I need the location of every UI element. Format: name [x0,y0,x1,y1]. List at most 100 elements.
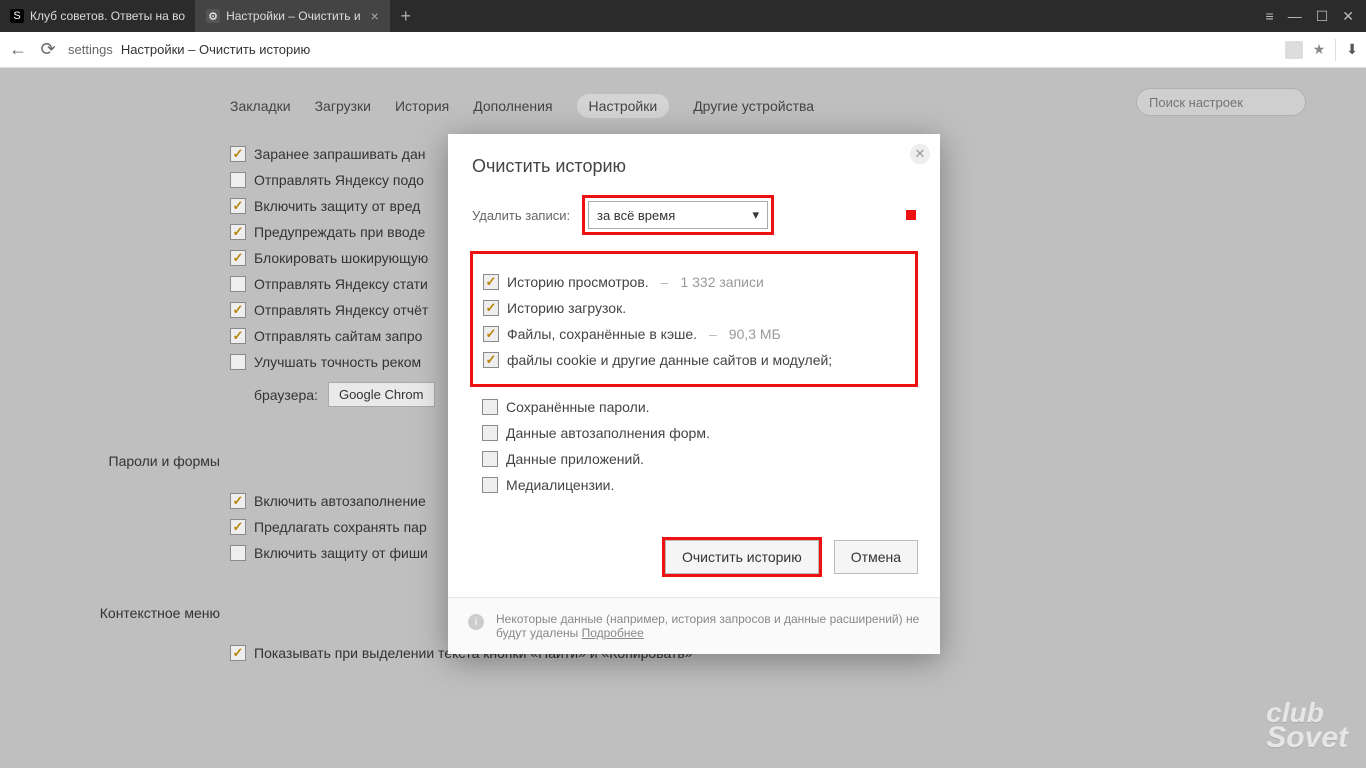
checkbox-icon[interactable] [483,274,499,290]
search-settings [1136,88,1306,116]
checkbox-icon[interactable] [482,451,498,467]
back-icon[interactable]: ← [8,39,28,60]
range-highlight: за всё время ▾ [582,195,774,235]
nav-настройки[interactable]: Настройки [577,94,670,118]
checkbox-icon[interactable] [230,493,246,509]
checkbox-icon[interactable] [230,328,246,344]
clear-button-highlight: Очистить историю [662,537,822,577]
checkbox-icon[interactable] [230,354,246,370]
option-label: Блокировать шокирующую [254,250,428,266]
checkbox-icon[interactable] [482,477,498,493]
browser-label: браузера: [254,387,318,403]
download-icon[interactable]: ⬇ [1346,41,1358,58]
clear-option[interactable]: Историю загрузок. [483,300,905,316]
range-select[interactable]: за всё время ▾ [588,201,768,229]
footer-text: Некоторые данные (например, история запр… [496,612,919,640]
clear-option-extra: 1 332 записи [680,274,763,290]
clear-option-label: Данные приложений. [506,451,644,467]
clear-option[interactable]: Файлы, сохранённые в кэше.–90,3 МБ [483,326,905,342]
section-context-title: Контекстное меню [60,605,220,621]
tab-title: Клуб советов. Ответы на во [30,9,185,23]
tab-close-icon[interactable]: × [371,8,379,24]
checkbox-icon[interactable] [230,545,246,561]
clear-option-label: Историю просмотров. [507,274,649,290]
clear-option[interactable]: Историю просмотров.–1 332 записи [483,274,905,290]
option-label: Предупреждать при вводе [254,224,425,240]
clear-history-dialog: ✕ Очистить историю Удалить записи: за вс… [448,134,940,654]
info-icon: i [468,614,484,630]
checkbox-icon[interactable] [482,425,498,441]
checkbox-icon[interactable] [230,302,246,318]
clear-option-label: файлы cookie и другие данные сайтов и мо… [507,352,832,368]
chevron-down-icon: ▾ [752,207,759,223]
option-label: Предлагать сохранять пар [254,519,427,535]
search-settings-input[interactable] [1136,88,1306,116]
shield-icon[interactable] [1285,41,1303,59]
checkbox-icon[interactable] [483,352,499,368]
bookmark-star-icon[interactable]: ★ [1313,41,1326,58]
option-label: Отправлять сайтам запро [254,328,422,344]
favicon-s-icon: S [10,9,24,23]
clear-option[interactable]: Данные приложений. [482,451,906,467]
clear-option-label: Данные автозаполнения форм. [506,425,710,441]
option-label: Включить автозаполнение [254,493,426,509]
nav-загрузки[interactable]: Загрузки [315,98,371,114]
checkbox-icon[interactable] [230,198,246,214]
checkbox-icon[interactable] [483,326,499,342]
menu-icon[interactable]: ≡ [1266,8,1274,24]
footer-link[interactable]: Подробнее [582,626,644,640]
clear-option-label: Файлы, сохранённые в кэше. [507,326,697,342]
window-controls: ≡ — ☐ ✕ [1254,0,1366,32]
minimize-icon[interactable]: — [1288,8,1302,24]
dialog-close-icon[interactable]: ✕ [910,144,930,164]
checkbox-icon[interactable] [230,519,246,535]
option-label: Включить защиту от вред [254,198,420,214]
checkbox-icon[interactable] [482,399,498,415]
checkbox-icon[interactable] [483,300,499,316]
nav-закладки[interactable]: Закладки [230,98,291,114]
checkbox-icon[interactable] [230,645,246,661]
dialog-footer: i Некоторые данные (например, история за… [448,597,940,654]
clear-history-button[interactable]: Очистить историю [665,540,819,574]
watermark: club Sovet [1266,701,1348,750]
clear-option[interactable]: Медиалицензии. [482,477,906,493]
maximize-icon[interactable]: ☐ [1316,8,1329,25]
nav-дополнения[interactable]: Дополнения [473,98,552,114]
tab-title: Настройки – Очистить и [226,9,360,23]
clear-option[interactable]: Данные автозаполнения форм. [482,425,906,441]
clear-option-label: Сохранённые пароли. [506,399,650,415]
option-label: Отправлять Яндексу отчёт [254,302,428,318]
tab-0[interactable]: S Клуб советов. Ответы на во [0,0,196,32]
nav-история[interactable]: История [395,98,449,114]
checkbox-icon[interactable] [230,224,246,240]
clear-option-label: Историю загрузок. [507,300,626,316]
option-label: Улучшать точность реком [254,354,421,370]
titlebar: S Клуб советов. Ответы на во ⚙ Настройки… [0,0,1366,32]
divider [1335,39,1336,61]
browser-select[interactable]: Google Chrom [328,382,435,407]
clear-option[interactable]: файлы cookie и другие данные сайтов и мо… [483,352,905,368]
favicon-gear-icon: ⚙ [206,9,220,23]
checkbox-icon[interactable] [230,276,246,292]
new-tab-button[interactable]: + [390,0,422,32]
nav-другие устройства[interactable]: Другие устройства [693,98,814,114]
reload-icon[interactable]: ⟳ [38,39,58,60]
address-bar: ← ⟳ settings Настройки – Очистить истори… [0,32,1366,68]
checked-group-highlight: Историю просмотров.–1 332 записиИсторию … [470,251,918,387]
option-label: Включить защиту от фиши [254,545,428,561]
section-forms-title: Пароли и формы [60,453,220,469]
option-label: Заранее запрашивать дан [254,146,425,162]
address-field[interactable]: settings Настройки – Очистить историю [68,42,1275,57]
checkbox-icon[interactable] [230,146,246,162]
tab-1[interactable]: ⚙ Настройки – Очистить и × [196,0,390,32]
url-title: Настройки – Очистить историю [121,42,310,57]
range-label: Удалить записи: [472,208,572,223]
dialog-title: Очистить историю [472,156,916,177]
checkbox-icon[interactable] [230,172,246,188]
close-window-icon[interactable]: ✕ [1342,8,1354,25]
url-scheme: settings [68,42,113,57]
option-label: Отправлять Яндексу стати [254,276,428,292]
clear-option[interactable]: Сохранённые пароли. [482,399,906,415]
cancel-button[interactable]: Отмена [834,540,918,574]
checkbox-icon[interactable] [230,250,246,266]
